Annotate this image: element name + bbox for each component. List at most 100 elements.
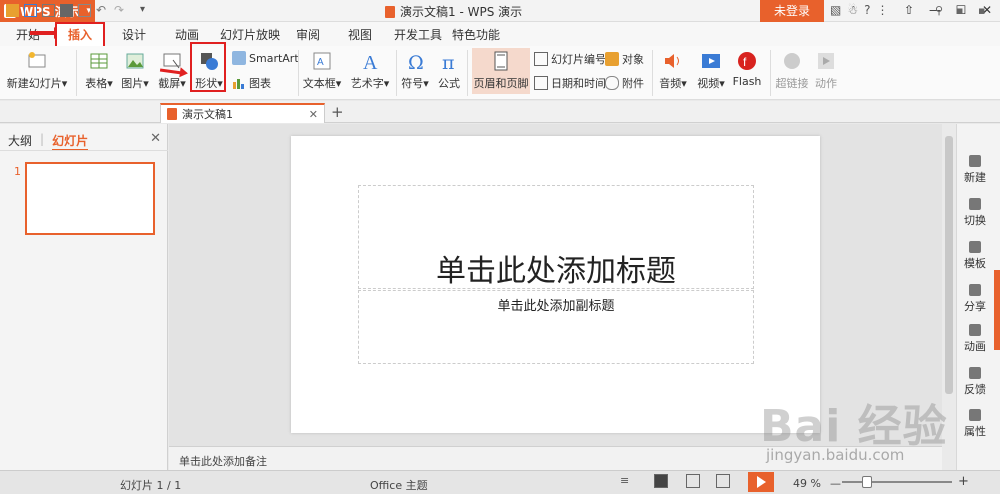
- title-placeholder[interactable]: 单击此处添加标题: [358, 185, 754, 289]
- print-icon[interactable]: [60, 4, 73, 17]
- table-button[interactable]: 表格▾: [82, 50, 116, 91]
- print-preview-icon[interactable]: [78, 4, 91, 17]
- task-pane-transition[interactable]: 切换: [956, 198, 994, 228]
- export-icon[interactable]: [42, 4, 55, 17]
- flash-icon: f: [738, 52, 756, 70]
- wordart-button[interactable]: A 艺术字▾: [347, 50, 393, 91]
- save-icon[interactable]: [24, 4, 37, 17]
- quick-access-toolbar: [0, 101, 1000, 123]
- zoom-out-button[interactable]: —: [830, 477, 841, 490]
- chart-button[interactable]: 图表: [232, 75, 271, 91]
- restore-icon[interactable]: ⇧: [896, 0, 922, 22]
- customize-toolbar-icon[interactable]: ▾: [140, 4, 153, 17]
- zoom-slider-handle[interactable]: [862, 476, 872, 488]
- tab-animation[interactable]: 动画: [175, 26, 199, 43]
- task-pane-properties[interactable]: 属性: [956, 409, 994, 439]
- object-label: 对象: [622, 53, 644, 66]
- picture-icon: [126, 53, 144, 69]
- skin-icon[interactable]: ▧: [830, 3, 841, 17]
- zoom-level[interactable]: 49 %: [793, 477, 821, 490]
- task-pane-label: 新建: [964, 171, 986, 184]
- zoom-in-button[interactable]: +: [958, 474, 969, 489]
- attachment-button[interactable]: 附件: [605, 75, 644, 91]
- slide-panel: 大纲 | 幻灯片 ✕ 1: [0, 124, 168, 470]
- ribbon-separator: [652, 50, 653, 96]
- minimize-panel-icon[interactable]: ▪: [956, 4, 969, 17]
- task-pane-animation[interactable]: 动画: [956, 324, 994, 354]
- title-bar-icons: ▧ ☃ ? ⋮: [830, 3, 888, 17]
- restore-panel-icon[interactable]: ▪: [978, 4, 991, 17]
- normal-view-icon[interactable]: [654, 474, 668, 488]
- tab-design[interactable]: 设计: [122, 26, 146, 43]
- properties-icon: [969, 409, 981, 421]
- task-pane-feedback[interactable]: 反馈: [956, 367, 994, 397]
- pin-icon[interactable]: ⚲: [935, 4, 948, 17]
- ribbon-separator: [396, 50, 397, 96]
- slideshow-play-button[interactable]: [748, 472, 774, 492]
- chart-label: 图表: [249, 77, 271, 90]
- tab-developer[interactable]: 开发工具: [394, 26, 442, 43]
- close-tab-icon[interactable]: ✕: [309, 108, 318, 121]
- formula-label: 公式: [438, 77, 460, 90]
- new-tab-button[interactable]: +: [331, 103, 344, 121]
- document-tab[interactable]: 演示文稿1 ✕: [160, 103, 325, 123]
- flash-button[interactable]: f Flash: [730, 50, 764, 88]
- header-footer-button[interactable]: 页眉和页脚: [472, 50, 530, 91]
- picture-label: 图片: [121, 77, 144, 90]
- smartart-button[interactable]: SmartArt: [232, 51, 299, 65]
- feedback-icon[interactable]: ☃: [847, 3, 858, 17]
- slide-number-button[interactable]: 幻灯片编号: [534, 51, 606, 67]
- scrollbar-thumb[interactable]: [945, 136, 953, 394]
- task-pane-new[interactable]: 新建: [956, 155, 994, 185]
- ribbon-separator: [770, 50, 771, 96]
- subtitle-placeholder[interactable]: 单击此处添加副标题: [358, 290, 754, 364]
- help-icon[interactable]: ?: [864, 3, 870, 17]
- action-button[interactable]: 动作: [812, 50, 840, 91]
- tab-outline[interactable]: 大纲: [8, 132, 32, 151]
- formula-button[interactable]: π 公式: [434, 50, 464, 91]
- video-label: 视频: [697, 77, 720, 90]
- tab-divider: |: [40, 132, 45, 146]
- slide-sorter-icon[interactable]: [686, 474, 700, 488]
- zoom-slider[interactable]: [842, 481, 952, 483]
- task-pane-template[interactable]: 模板: [956, 241, 994, 271]
- undo-icon[interactable]: ↶: [96, 4, 109, 17]
- date-time-button[interactable]: 日期和时间: [534, 75, 606, 91]
- notes-toggle-icon[interactable]: ≡: [620, 474, 634, 488]
- picture-button[interactable]: 图片▾: [118, 50, 152, 91]
- slide-thumbnail-number: 1: [14, 165, 21, 178]
- tab-special-features[interactable]: 特色功能: [452, 26, 500, 43]
- symbol-button[interactable]: Ω 符号▾: [399, 50, 431, 91]
- video-button[interactable]: 视频▾: [694, 50, 728, 91]
- redo-icon[interactable]: ↷: [114, 4, 127, 17]
- new-slide-button[interactable]: 新建幻灯片▾: [6, 50, 68, 91]
- object-button[interactable]: 对象: [605, 51, 644, 67]
- login-button[interactable]: 未登录: [760, 0, 824, 22]
- plus-icon: [969, 155, 981, 167]
- chart-icon: [233, 79, 244, 89]
- close-panel-icon[interactable]: ✕: [150, 131, 161, 146]
- task-pane-label: 反馈: [964, 383, 986, 396]
- window-title-text: 演示文稿1 - WPS 演示: [400, 5, 523, 19]
- dropdown-arrow-icon: ▾: [719, 77, 725, 90]
- task-pane-share[interactable]: 分享: [956, 284, 994, 314]
- reading-view-icon[interactable]: [716, 474, 730, 488]
- hyperlink-button[interactable]: 超链接: [775, 50, 809, 91]
- annotation-highlight-box: [190, 42, 226, 92]
- task-pane-label: 切换: [964, 214, 986, 227]
- tab-slides[interactable]: 幻灯片: [52, 132, 89, 151]
- tab-review[interactable]: 审阅: [296, 26, 320, 43]
- slide-thumbnail[interactable]: [25, 162, 155, 235]
- transition-icon: [969, 198, 981, 210]
- textbox-button[interactable]: A 文本框▾: [302, 50, 342, 91]
- textbox-label: 文本框: [302, 77, 336, 90]
- settings-icon[interactable]: ⋮: [876, 3, 888, 17]
- tab-insert[interactable]: 插入: [55, 22, 105, 48]
- symbol-label: 符号: [401, 77, 424, 90]
- audio-button[interactable]: 音频▾: [656, 50, 690, 91]
- date-time-label: 日期和时间: [551, 77, 606, 90]
- tab-view[interactable]: 视图: [348, 26, 372, 43]
- tab-slideshow[interactable]: 幻灯片放映: [220, 26, 280, 43]
- open-icon[interactable]: [6, 4, 19, 17]
- share-icon: [969, 284, 981, 296]
